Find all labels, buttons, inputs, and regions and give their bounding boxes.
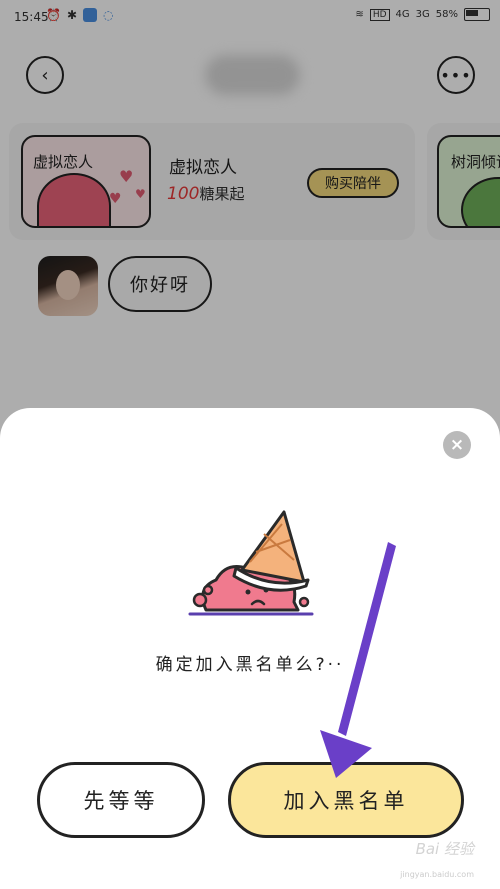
- watermark: Bai 经验: [415, 840, 474, 858]
- close-button[interactable]: ×: [443, 431, 471, 459]
- melted-ice-cream-illustration: [188, 510, 314, 616]
- close-icon: ×: [449, 435, 465, 455]
- wait-button[interactable]: 先等等: [37, 762, 205, 838]
- pointer-arrow: [320, 542, 396, 778]
- chat-screen: 15:45 ⏰ ✱ ◌ ≋ HD 4G 3G 58% ‹ ••• 虚拟恋人 ♥ …: [0, 0, 500, 889]
- dialog-message: 确定加入黑名单么?··: [155, 655, 345, 675]
- watermark-url: jingyan.baidu.com: [400, 870, 474, 879]
